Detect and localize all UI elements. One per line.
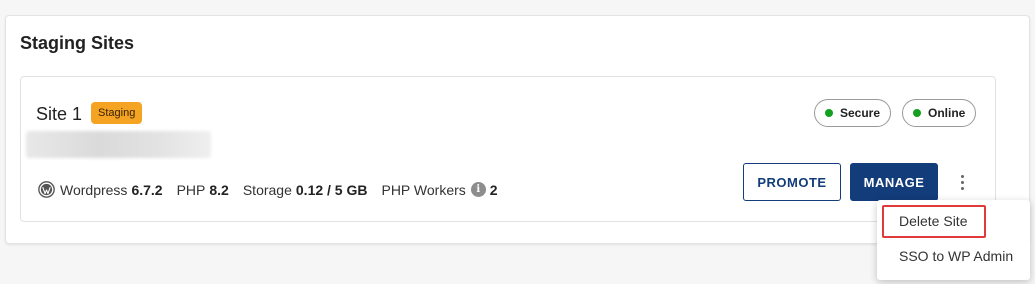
site-meta: Wordpress 6.7.2 PHP 8.2 Storage 0.12 / 5… — [38, 181, 498, 198]
site-card: Site 1 Staging Secure Online Wordpress 6… — [20, 76, 996, 222]
site-actions-menu: Delete Site SSO to WP Admin — [877, 200, 1030, 280]
storage-value: 0.12 / 5 GB — [295, 181, 368, 198]
storage-label: Storage — [242, 181, 292, 198]
sso-wp-admin-menu-item[interactable]: SSO to WP Admin — [877, 239, 1030, 273]
php-label: PHP — [176, 181, 206, 198]
wordpress-label: Wordpress — [60, 181, 128, 198]
status-label: Online — [928, 106, 966, 120]
status-badge-online: Online — [902, 99, 977, 127]
site-name: Site 1 — [36, 104, 83, 124]
php-workers-value: 2 — [489, 181, 498, 198]
php-version: 8.2 — [209, 181, 229, 198]
php-workers-label: PHP Workers — [381, 181, 466, 198]
manage-button[interactable]: MANAGE — [850, 163, 938, 201]
delete-site-menu-item[interactable]: Delete Site — [877, 204, 1030, 238]
status-label: Secure — [840, 106, 881, 120]
info-icon[interactable]: i — [470, 182, 486, 197]
more-vertical-icon[interactable] — [952, 170, 972, 194]
status-dot-icon — [825, 109, 833, 117]
panel-title: Staging Sites — [20, 33, 135, 53]
wordpress-icon — [38, 181, 55, 198]
staging-badge: Staging — [91, 102, 143, 124]
wordpress-version: 6.7.2 — [131, 181, 163, 198]
promote-button[interactable]: PROMOTE — [743, 163, 841, 201]
status-badge-secure: Secure — [814, 99, 892, 127]
site-url-redacted — [26, 131, 211, 158]
status-dot-icon — [913, 109, 921, 117]
